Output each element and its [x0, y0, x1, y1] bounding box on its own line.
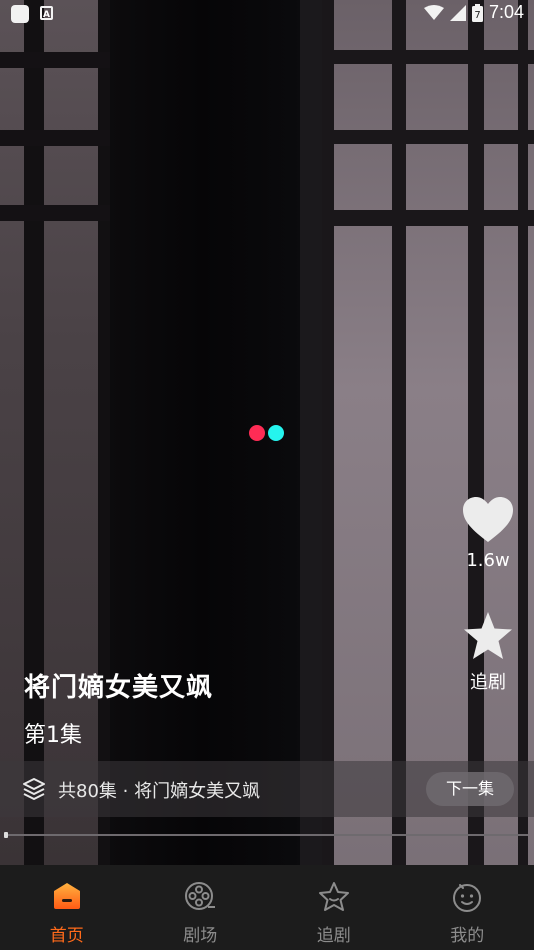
- loading-dot-red: [249, 425, 265, 441]
- video-frame-right-window: [322, 0, 534, 865]
- follow-drama-button[interactable]: 追剧: [462, 610, 514, 694]
- tab-follow[interactable]: 追剧: [267, 865, 401, 950]
- star-icon: [464, 612, 512, 659]
- episode-label: 第1集: [24, 723, 82, 748]
- tab-theater[interactable]: 剧场: [134, 865, 268, 950]
- like-count: 1.6w: [466, 550, 510, 571]
- like-button[interactable]: 1.6w: [462, 496, 514, 571]
- next-episode-button[interactable]: 下一集: [426, 772, 514, 806]
- film-reel-icon: [185, 882, 216, 910]
- playback-progress-track[interactable]: [6, 834, 528, 836]
- tab-home[interactable]: 首页: [0, 865, 134, 950]
- drama-title: 将门嫡女美又飒: [24, 673, 214, 703]
- clock: 7:04: [488, 2, 524, 22]
- a-badge-icon: A: [40, 6, 53, 20]
- tab-home-label: 首页: [49, 926, 84, 946]
- series-bar[interactable]: 共80集 · 将门嫡女美又飒 下一集: [0, 761, 534, 817]
- svg-text:7: 7: [474, 10, 480, 21]
- status-bar: A 7 7:04: [0, 0, 534, 28]
- wifi-icon: [423, 4, 444, 20]
- tab-profile[interactable]: 我的: [401, 865, 534, 950]
- tab-follow-label: 追剧: [316, 926, 351, 946]
- layers-icon: [23, 778, 45, 800]
- tab-theater-label: 剧场: [183, 926, 218, 946]
- profile-face-icon: [453, 884, 482, 912]
- loading-dot-cyan: [268, 425, 284, 441]
- notification-square-icon: [11, 5, 29, 23]
- playback-progress-thumb[interactable]: [4, 832, 8, 838]
- follow-drama-label: 追剧: [470, 672, 506, 693]
- series-info: 共80集 · 将门嫡女美又飒: [58, 781, 261, 802]
- bottom-tab-bar: 首页 剧场 追剧 我的: [0, 865, 534, 950]
- loading-indicator: [249, 425, 284, 441]
- home-icon: [53, 883, 80, 909]
- heart-icon: [463, 497, 513, 542]
- tab-profile-label: 我的: [450, 926, 485, 946]
- star-outline-icon: [318, 882, 349, 911]
- battery-icon: 7: [471, 3, 483, 22]
- signal-icon: [449, 4, 466, 21]
